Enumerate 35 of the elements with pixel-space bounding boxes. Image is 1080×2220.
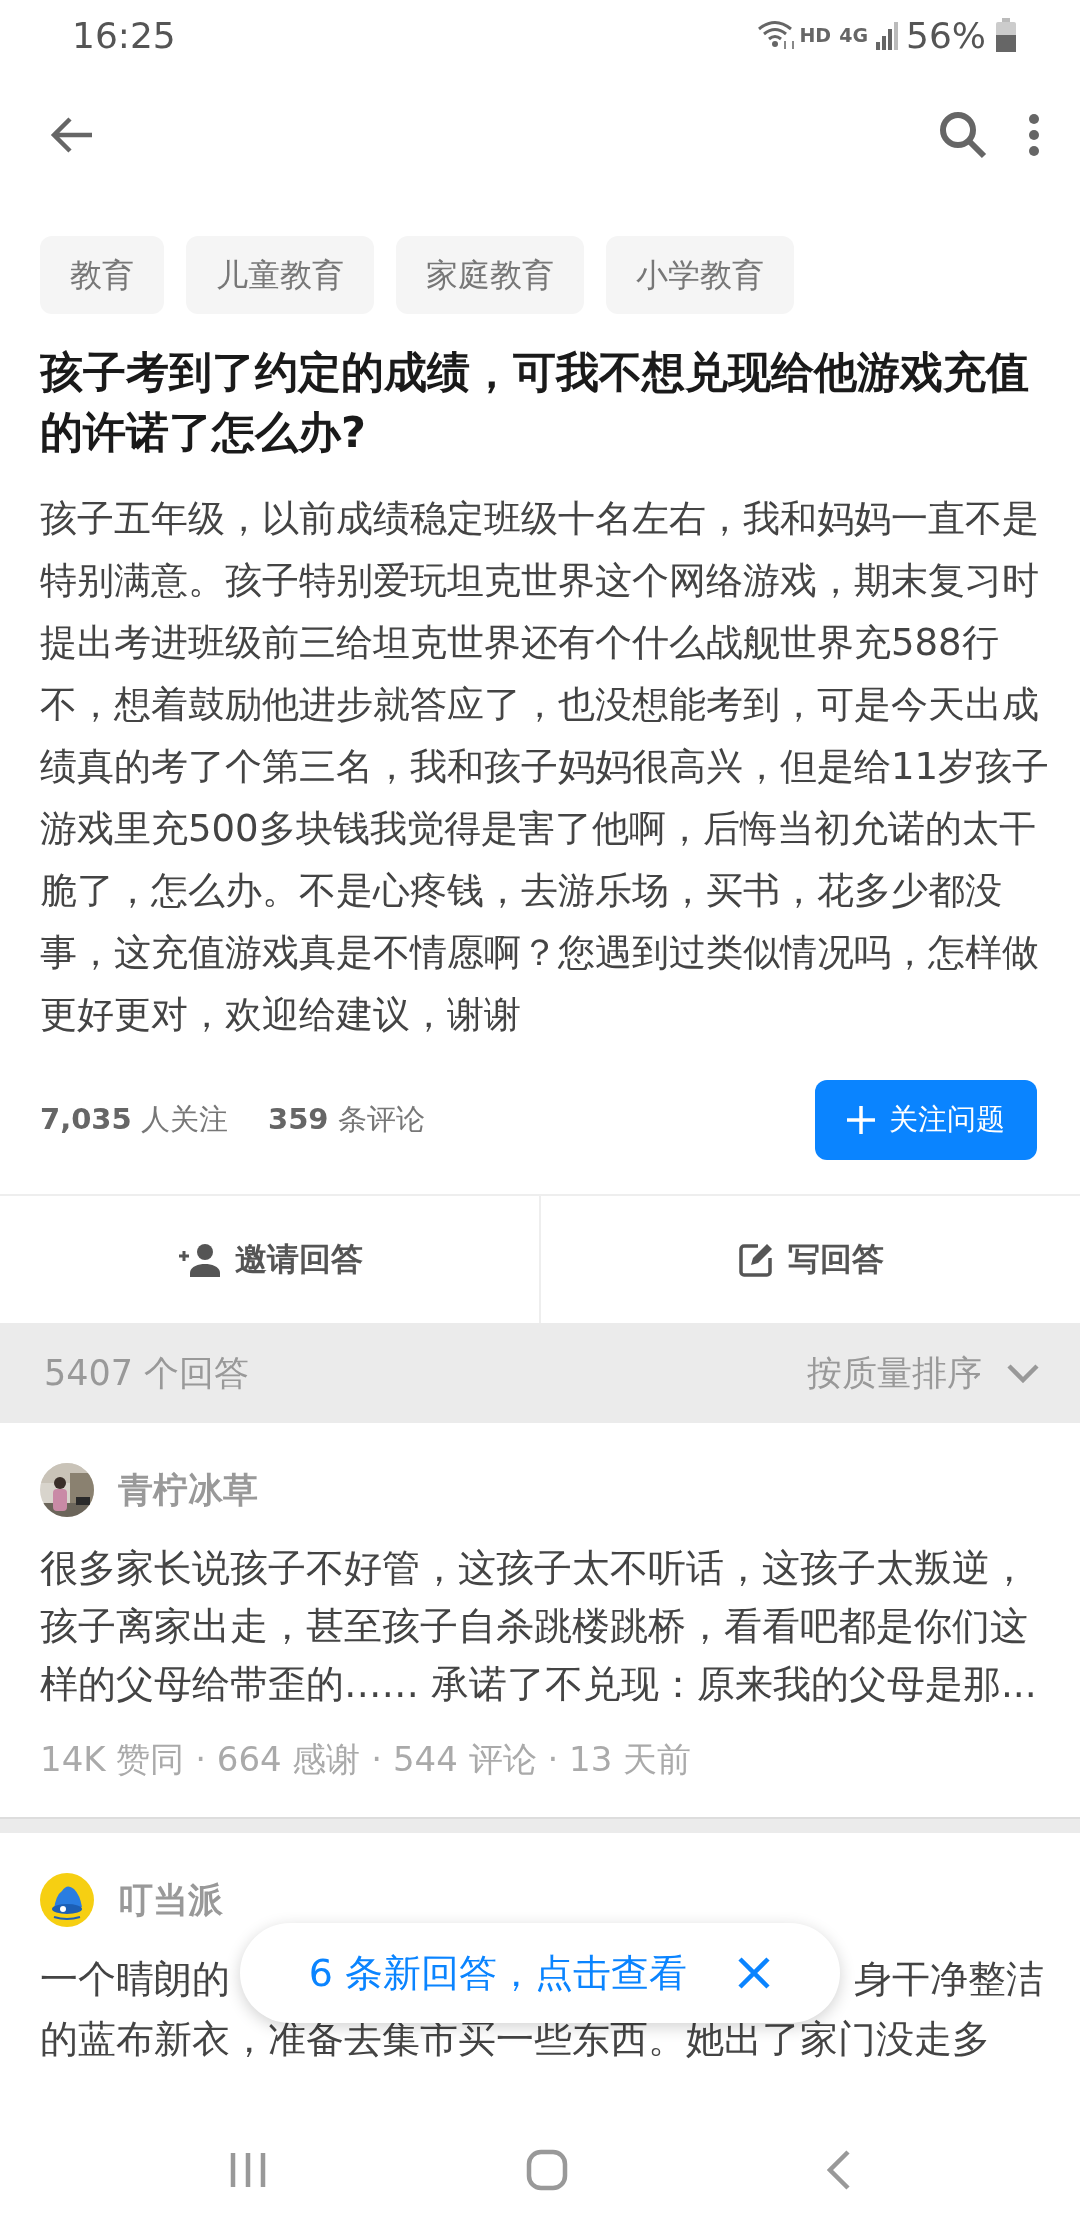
answer-excerpt[interactable]: 身干净整洁 (854, 1949, 1044, 2009)
plus-icon (847, 1106, 875, 1134)
answer-excerpt[interactable]: 一个晴朗的 (40, 1949, 230, 2009)
author-name[interactable]: 青柠冰草 (118, 1466, 258, 1514)
followers-count: 7,035 人关注 (40, 1101, 228, 1138)
status-time: 16:25 (72, 14, 177, 56)
cellular-label: 4G (839, 24, 868, 46)
sort-dropdown[interactable]: 按质量排序 (807, 1349, 1040, 1397)
back-nav-button[interactable] (826, 2150, 851, 2190)
topic-tag[interactable]: 儿童教育 (186, 236, 374, 314)
more-button[interactable] (1028, 113, 1040, 157)
add-person-icon (176, 1242, 221, 1277)
topic-tag[interactable]: 教育 (40, 236, 164, 314)
home-button[interactable] (526, 2149, 568, 2191)
topic-tag[interactable]: 小学教育 (606, 236, 794, 314)
network-label: HD (799, 24, 832, 46)
author-name[interactable]: 叮当派 (118, 1876, 223, 1924)
recent-apps-button[interactable] (229, 2151, 268, 2189)
battery-icon (996, 18, 1016, 52)
edit-icon (737, 1241, 774, 1278)
comments-count[interactable]: 359 条评论 (267, 1100, 425, 1140)
topic-tag[interactable]: 家庭教育 (396, 236, 584, 314)
answer-excerpt[interactable]: 很多家长说孩子不好管，这孩子太不听话，这孩子太叛逆，孩子离家出走，甚至孩子自杀跳楼跳桥，看看吧都是你们这样的父母给带歪的…… 承诺了不兑现：原来我的父母是那... (40, 1539, 1044, 1713)
signal-icon (876, 20, 900, 50)
back-button[interactable] (50, 115, 94, 155)
question-title: 孩子考到了约定的成绩，可我不想兑现给他游戏充值的许诺了怎么办? (40, 346, 1030, 459)
answer-count: 5407 个回答 (44, 1351, 251, 1395)
search-button[interactable] (938, 110, 988, 160)
answer-meta: 14K 赞同 · 664 感谢 · 544 评论 · 13 天前 (40, 1738, 693, 1781)
question-body: 孩子五年级，以前成绩稳定班级十名左右，我和妈妈一直不是特别满意。孩子特别爱玩坦克世界这个网络游戏，期末复习时提出考进班级前三给坦克世界还有个什么战舰世界充588行不，想着鼓励他进步就答应了，也没想能考到，可是今天出成绩真的考了个第三名，我和孩子妈妈很高兴，但是给11岁孩子游戏里充500多块钱我觉得是害了他啊，后悔当初允诺的太干脆了，怎么办。不是心疼钱，去游乐场，买书，花多少都没事，这充值游戏真是不情愿啊？您遇到过类似情况吗，怎样做更好更对，欢迎给建议，谢谢 (40, 496, 1050, 1038)
follow-question-button[interactable]: 关注问题 (815, 1080, 1037, 1160)
close-icon[interactable] (737, 1956, 772, 1990)
battery-percent: 56% (906, 14, 986, 56)
bell-avatar-icon (40, 1873, 94, 1927)
chevron-down-icon (1006, 1363, 1040, 1383)
